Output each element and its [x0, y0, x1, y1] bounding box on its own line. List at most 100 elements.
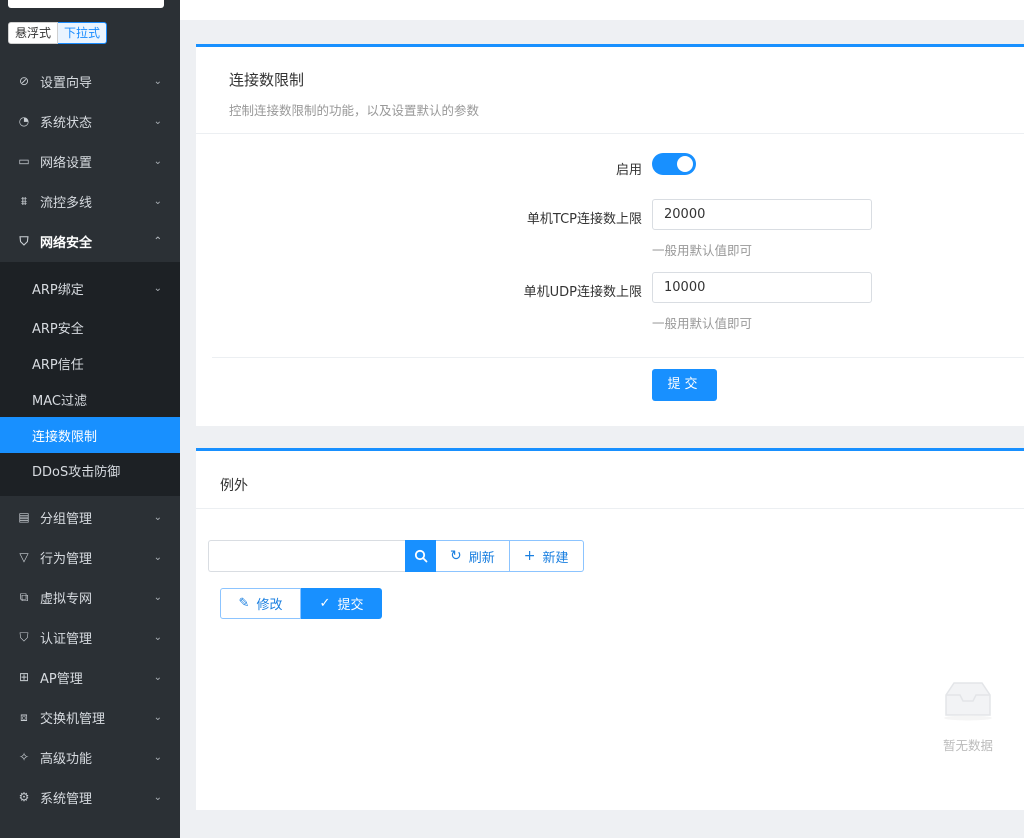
check-icon: ✓	[319, 596, 331, 611]
sidebar-item-label: 高级功能	[40, 751, 93, 767]
refresh-icon: ↻	[450, 548, 462, 564]
divider	[196, 508, 1024, 509]
sub-item-ddos-defense[interactable]: DDoS攻击防御	[0, 452, 180, 488]
connection-limit-card: 连接数限制 控制连接数限制的功能，以及设置默认的参数 启用 单机TCP连接数上限…	[196, 44, 1024, 426]
sidebar-item-advanced[interactable]: ✧ 高级功能 ⌄	[0, 737, 180, 777]
pencil-icon: ✎	[238, 596, 250, 611]
udp-limit-input[interactable]: 10000	[652, 272, 872, 303]
search-input[interactable]	[208, 540, 405, 572]
sidebar-item-label: 流控多线	[40, 195, 93, 211]
chevron-down-icon: ⌄	[153, 282, 162, 294]
sub-item-arp-trust[interactable]: ARP信任	[0, 345, 180, 381]
search-button[interactable]	[405, 540, 436, 572]
chevron-down-icon: ⌄	[153, 115, 162, 127]
network-icon: ⩩	[20, 193, 28, 208]
edit-button[interactable]: ✎ 修改	[220, 588, 301, 619]
chevron-down-icon: ⌄	[153, 551, 162, 563]
chevron-down-icon: ⌄	[153, 155, 162, 167]
sub-item-arp-security[interactable]: ARP安全	[0, 309, 180, 345]
udp-limit-label: 单机UDP连接数上限	[523, 285, 642, 300]
tcp-limit-hint: 一般用默认值即可	[652, 243, 753, 258]
search-icon	[414, 549, 427, 563]
sidebar-item-label: 分组管理	[40, 511, 93, 527]
top-bar	[180, 0, 1024, 20]
sub-item-mac-filter[interactable]: MAC过滤	[0, 381, 180, 417]
pin-icon: ✧	[18, 750, 30, 764]
new-button[interactable]: + 新建	[509, 540, 584, 572]
refresh-button[interactable]: ↻ 刷新	[436, 540, 510, 572]
refresh-label: 刷新	[468, 550, 495, 566]
monitor-icon: ▭	[18, 154, 30, 168]
sidebar-item-group-management[interactable]: ▤ 分组管理 ⌄	[0, 497, 180, 537]
sidebar-item-system-status[interactable]: ◔ 系统状态 ⌄	[0, 101, 180, 141]
chevron-down-icon: ⌄	[153, 75, 162, 87]
empty-state: 暂无数据	[932, 677, 1004, 754]
chevron-down-icon: ⌄	[153, 591, 162, 603]
sidebar-item-setup-wizard[interactable]: ⊘ 设置向导 ⌄	[0, 61, 180, 101]
tcp-limit-input[interactable]: 20000	[652, 199, 872, 230]
chevron-down-icon: ⌄	[153, 195, 162, 207]
sidebar-item-auth-management[interactable]: ⛉ 认证管理 ⌄	[0, 617, 180, 657]
sub-item-arp-binding[interactable]: ARP绑定 ⌄	[0, 270, 180, 306]
new-label: 新建	[542, 550, 569, 566]
sidebar-item-label: 认证管理	[40, 631, 93, 647]
top-select[interactable]: ⌄	[8, 0, 164, 8]
enable-toggle[interactable]	[652, 153, 696, 175]
chevron-down-icon: ⌄	[153, 711, 162, 723]
empty-text: 暂无数据	[942, 738, 993, 753]
sidebar-item-flow-control[interactable]: ⩩ 流控多线 ⌄	[0, 181, 180, 221]
chevron-down-icon: ⌄	[150, 0, 158, 3]
toggle-knob	[677, 156, 693, 172]
switch-icon: ⧈	[20, 709, 28, 724]
sub-item-label: MAC过滤	[32, 393, 87, 409]
filter-icon: ▽	[19, 550, 29, 564]
submit-button[interactable]: 提交	[652, 369, 717, 401]
sidebar-item-label: AP管理	[40, 671, 83, 687]
sub-item-label: ARP绑定	[32, 282, 84, 298]
shield-icon: ⛉	[19, 233, 29, 248]
edit-label: 修改	[256, 598, 283, 613]
divider	[212, 357, 1024, 358]
main-content: 连接数限制 控制连接数限制的功能，以及设置默认的参数 启用 单机TCP连接数上限…	[180, 0, 1024, 838]
card-title: 例外	[220, 478, 248, 494]
sidebar-item-label: 交换机管理	[40, 711, 106, 727]
sidebar-item-system-management[interactable]: ⚙ 系统管理 ⌄	[0, 777, 180, 817]
sidebar-item-vpn[interactable]: ⧉ 虚拟专网 ⌄	[0, 577, 180, 617]
plus-icon: +	[523, 548, 536, 564]
sidebar-item-label: 网络安全	[40, 235, 93, 251]
chevron-down-icon: ⌄	[153, 511, 162, 523]
vpn-icon: ⧉	[19, 589, 29, 604]
mode-dropdown-button[interactable]: 下拉式	[58, 22, 108, 44]
chevron-down-icon: ⌄	[153, 631, 162, 643]
commit-label: 提交	[337, 598, 364, 613]
commit-button[interactable]: ✓ 提交	[301, 588, 382, 619]
enable-label: 启用	[615, 163, 642, 178]
sidebar-item-label: 系统管理	[40, 791, 93, 807]
chevron-down-icon: ⌄	[153, 791, 162, 803]
exception-toolbar: ↻ 刷新 + 新建	[208, 540, 584, 572]
book-icon: ▤	[18, 510, 30, 524]
sidebar-item-network-settings[interactable]: ▭ 网络设置 ⌄	[0, 141, 180, 181]
chevron-up-icon: ⌃	[153, 235, 162, 247]
chevron-down-icon: ⌄	[153, 671, 162, 683]
exception-card: 例外 ↻ 刷新 + 新建 ✎ 修改 ✓ 提交 暂无数据	[196, 448, 1024, 810]
empty-box-icon	[944, 682, 992, 721]
sidebar-item-label: 系统状态	[40, 115, 93, 131]
sidebar-item-behavior-management[interactable]: ▽ 行为管理 ⌄	[0, 537, 180, 577]
sidebar-item-label: 虚拟专网	[40, 591, 93, 607]
sitemap-icon: ⊞	[18, 670, 30, 684]
divider	[196, 133, 1024, 134]
sidebar-item-label: 设置向导	[40, 75, 93, 91]
edit-actions: ✎ 修改 ✓ 提交	[220, 588, 382, 619]
sub-item-label: ARP安全	[32, 321, 84, 337]
sub-item-connection-limit[interactable]: 连接数限制	[0, 417, 180, 453]
sidebar-item-switch-management[interactable]: ⧈ 交换机管理 ⌄	[0, 697, 180, 737]
sidebar-item-label: 网络设置	[40, 155, 93, 171]
sidebar-item-network-security[interactable]: ⛉ 网络安全 ⌃	[0, 221, 180, 261]
mode-floating-button[interactable]: 悬浮式	[8, 22, 59, 44]
tcp-limit-label: 单机TCP连接数上限	[526, 212, 642, 227]
sidebar-item-ap-management[interactable]: ⊞ AP管理 ⌄	[0, 657, 180, 697]
mode-switch: 悬浮式 下拉式	[8, 22, 108, 44]
sub-item-label: ARP信任	[32, 357, 84, 373]
chevron-down-icon: ⌄	[153, 751, 162, 763]
